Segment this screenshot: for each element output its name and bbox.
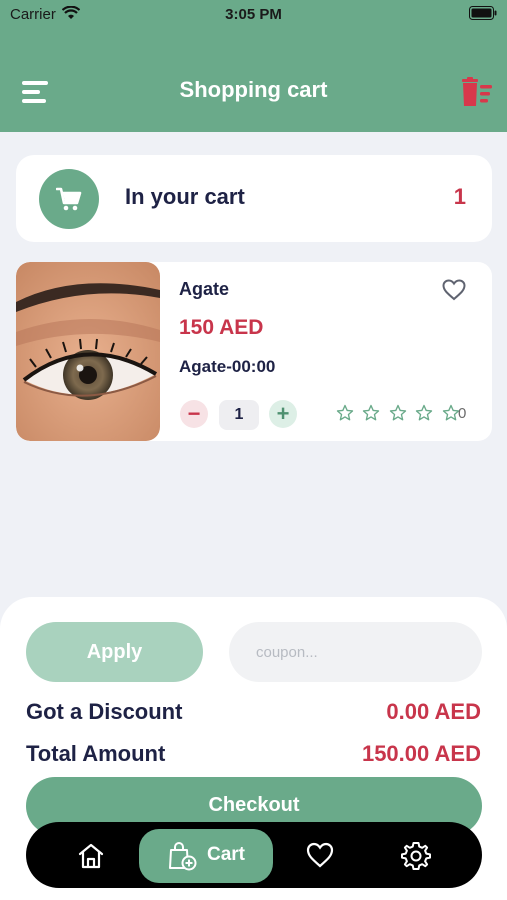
cart-item-count: 1	[453, 184, 466, 209]
star-icon	[389, 404, 407, 421]
total-amount-label: Total Amount	[26, 741, 166, 766]
cart-item-card[interactable]: Agate 150 AED Agate-00:00 − 1 + 0	[16, 262, 492, 441]
product-image	[16, 262, 160, 441]
heart-icon[interactable]	[306, 842, 334, 868]
star-icon	[336, 404, 354, 421]
quantity-value: 1	[219, 400, 259, 430]
discount-value: 0.00 AED	[386, 699, 481, 724]
total-amount-value: 150.00 AED	[361, 741, 481, 766]
discount-label: Got a Discount	[26, 699, 183, 724]
cart-summary-label: In your cart	[125, 184, 245, 209]
page-title: Shopping cart	[179, 77, 328, 102]
shopping-bag-icon	[169, 842, 197, 871]
tab-cart-label: Cart	[207, 844, 246, 865]
trash-icon[interactable]	[461, 77, 493, 107]
cart-icon	[56, 187, 82, 211]
status-time: 3:05 PM	[225, 6, 282, 23]
product-variant: Agate-00:00	[179, 357, 276, 376]
favorite-heart-icon[interactable]	[442, 279, 466, 301]
coupon-input[interactable]	[229, 622, 482, 682]
product-name[interactable]: Agate	[179, 279, 229, 300]
rating-stars	[336, 404, 464, 424]
quantity-decrease-button[interactable]: −	[180, 400, 208, 428]
bottom-tab-bar: Cart	[26, 822, 482, 888]
status-bar: Carrier 3:05 PM	[0, 0, 507, 30]
star-icon	[363, 404, 380, 421]
product-price: 150 AED	[179, 316, 264, 339]
quantity-increase-button[interactable]: +	[269, 400, 297, 428]
star-icon	[416, 404, 433, 421]
cart-summary-card: In your cart 1	[16, 155, 492, 242]
cart-badge	[39, 169, 99, 229]
tab-cart[interactable]: Cart	[139, 829, 273, 883]
rating-count: 0	[458, 405, 467, 422]
home-icon[interactable]	[77, 842, 105, 870]
app-header: Carrier 3:05 PM Shopping cart	[0, 0, 507, 132]
battery-icon	[469, 6, 497, 20]
apply-coupon-button[interactable]: Apply	[26, 622, 203, 682]
settings-icon[interactable]	[401, 841, 431, 871]
